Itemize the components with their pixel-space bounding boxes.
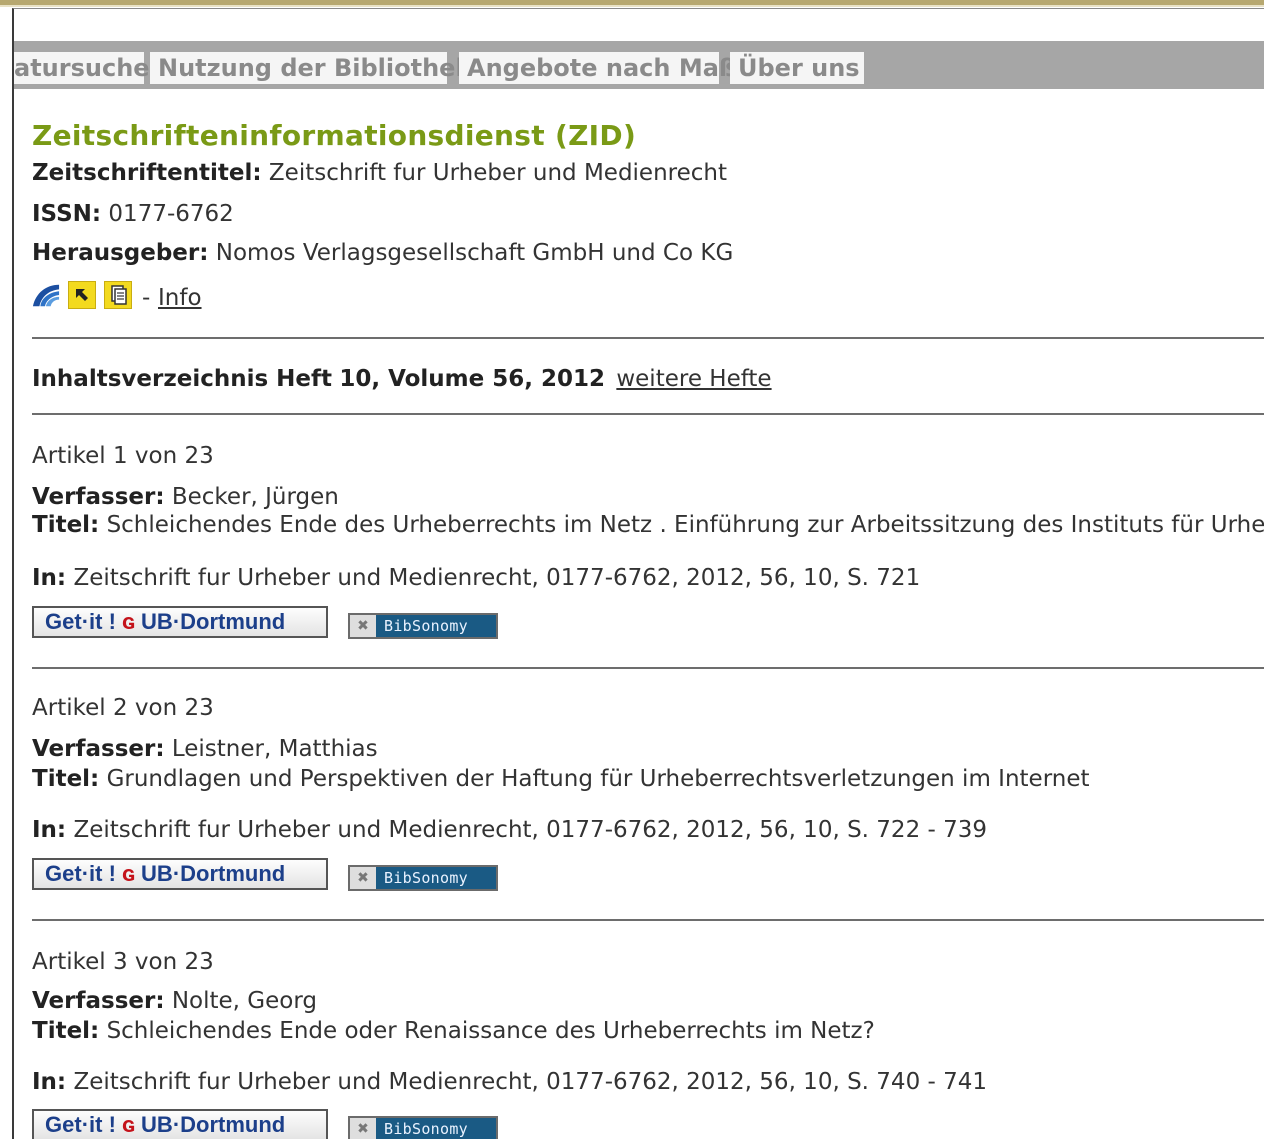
article-source-line: In: Zeitschrift fur Urheber und Medienre… (32, 1069, 987, 1095)
getit-word-dortmund: Dortmund (180, 861, 286, 886)
article-title-line: Titel: Schleichendes Ende des Urheberrec… (32, 512, 1264, 538)
broken-image-icon: ✖ (350, 867, 376, 889)
journal-title-label: Zeitschriftentitel: (32, 160, 262, 186)
getit-word-ub: UB (141, 609, 173, 634)
more-issues-link[interactable]: weitere Hefte (616, 366, 771, 392)
bibsonomy-label: BibSonomy (384, 1120, 468, 1138)
title-label: Titel: (32, 766, 100, 792)
getit-word-get: Get (45, 609, 82, 634)
author-label: Verfasser: (32, 736, 165, 762)
getit-word-ub: UB (141, 1112, 173, 1137)
article-title: Schleichendes Ende oder Renaissance des … (106, 1018, 875, 1044)
article-counter: Artikel 3 von 23 (32, 949, 214, 975)
article-source-line: In: Zeitschrift fur Urheber und Medienre… (32, 565, 920, 591)
title-label: Titel: (32, 512, 100, 538)
getit-button[interactable]: Get·it ! ɢ UB·Dortmund (32, 1109, 328, 1139)
article-author: Becker, Jürgen (171, 484, 339, 510)
page-frame: atursuche Nutzung der Bibliothek Angebot… (12, 8, 1264, 1139)
journal-title-line: Zeitschriftentitel: Zeitschrift fur Urhe… (32, 160, 727, 186)
getit-word-get: Get (45, 861, 82, 886)
publisher-label: Herausgeber: (32, 240, 209, 266)
article-author-line: Verfasser: Nolte, Georg (32, 988, 317, 1014)
divider (32, 919, 1264, 921)
journal-icon-row: - Info (32, 281, 232, 313)
getit-word-it: it ! (89, 1112, 116, 1137)
article-author: Nolte, Georg (171, 988, 317, 1014)
toc-issue: 10, Volume 56, 2012 (339, 366, 606, 392)
tab-ueber-uns[interactable]: Über uns (730, 52, 864, 84)
article-author-line: Verfasser: Leistner, Matthias (32, 736, 378, 762)
tab-literatursuche[interactable]: atursuche (14, 52, 150, 84)
article-author-line: Verfasser: Becker, Jürgen (32, 484, 339, 510)
article-counter: Artikel 1 von 23 (32, 443, 214, 469)
document-icon[interactable] (104, 281, 132, 309)
title-label: Titel: (32, 1018, 100, 1044)
ezb-wave-icon[interactable] (32, 281, 60, 309)
arrow-up-left-icon (76, 289, 88, 301)
issn-value: 0177-6762 (108, 201, 234, 227)
article-title-line: Titel: Schleichendes Ende oder Renaissan… (32, 1018, 875, 1044)
main-navigation: atursuche Nutzung der Bibliothek Angebot… (14, 41, 1264, 89)
article-source: Zeitschrift fur Urheber und Medienrecht,… (73, 817, 988, 843)
article-source-line: In: Zeitschrift fur Urheber und Medienre… (32, 817, 987, 843)
bibsonomy-button[interactable]: ✖ BibSonomy (348, 1116, 498, 1139)
in-label: In: (32, 817, 67, 843)
getit-word-it: it ! (89, 861, 116, 886)
bibsonomy-button[interactable]: ✖ BibSonomy (348, 613, 498, 639)
author-label: Verfasser: (32, 484, 165, 510)
getit-word-it: it ! (89, 609, 116, 634)
in-label: In: (32, 1069, 67, 1095)
window-top-border-light (0, 5, 1264, 7)
divider (32, 667, 1264, 669)
article-source: Zeitschrift fur Urheber und Medienrecht,… (73, 1069, 988, 1095)
toc-label: Inhaltsverzeichnis Heft (32, 366, 333, 392)
article-title: Schleichendes Ende des Urheberrechts im … (106, 512, 1264, 538)
publisher-line: Herausgeber: Nomos Verlagsgesellschaft G… (32, 240, 733, 266)
article-author: Leistner, Matthias (171, 736, 378, 762)
article-source: Zeitschrift fur Urheber und Medienrecht,… (73, 565, 921, 591)
ub-logo-icon: ɢ (122, 609, 135, 634)
bibsonomy-label: BibSonomy (384, 617, 468, 635)
issn-label: ISSN: (32, 201, 102, 227)
article-title: Grundlagen und Perspektiven der Haftung … (106, 766, 1090, 792)
publisher-value: Nomos Verlagsgesellschaft GmbH und Co KG (215, 240, 734, 266)
open-access-arrow-icon[interactable] (68, 281, 96, 309)
getit-word-get: Get (45, 1112, 82, 1137)
bibsonomy-label: BibSonomy (384, 869, 468, 887)
info-separator: - (142, 285, 151, 311)
author-label: Verfasser: (32, 988, 165, 1014)
ub-logo-icon: ɢ (122, 1112, 135, 1137)
ub-logo-icon: ɢ (122, 861, 135, 886)
broken-image-icon: ✖ (350, 1118, 376, 1139)
tab-angebote[interactable]: Angebote nach Maß (459, 52, 736, 84)
info-link[interactable]: Info (158, 285, 202, 311)
getit-word-dortmund: Dortmund (180, 1112, 286, 1137)
getit-button[interactable]: Get·it ! ɢ UB·Dortmund (32, 858, 328, 890)
article-title-line: Titel: Grundlagen und Perspektiven der H… (32, 766, 1090, 792)
page-title: Zeitschrifteninformationsdienst (ZID) (32, 119, 637, 152)
broken-image-icon: ✖ (350, 615, 376, 637)
getit-word-dortmund: Dortmund (180, 609, 286, 634)
divider (32, 337, 1264, 339)
getit-button[interactable]: Get·it ! ɢ UB·Dortmund (32, 606, 328, 638)
page-icon (111, 285, 127, 305)
bibsonomy-button[interactable]: ✖ BibSonomy (348, 865, 498, 891)
article-counter: Artikel 2 von 23 (32, 695, 214, 721)
divider (32, 413, 1264, 415)
tab-nutzung[interactable]: Nutzung der Bibliothek (150, 52, 471, 84)
in-label: In: (32, 565, 67, 591)
issn-line: ISSN: 0177-6762 (32, 201, 234, 227)
getit-word-ub: UB (141, 861, 173, 886)
toc-heading: Inhaltsverzeichnis Heft 10, Volume 56, 2… (32, 366, 772, 392)
journal-title-value: Zeitschrift fur Urheber und Medienrecht (268, 160, 728, 186)
